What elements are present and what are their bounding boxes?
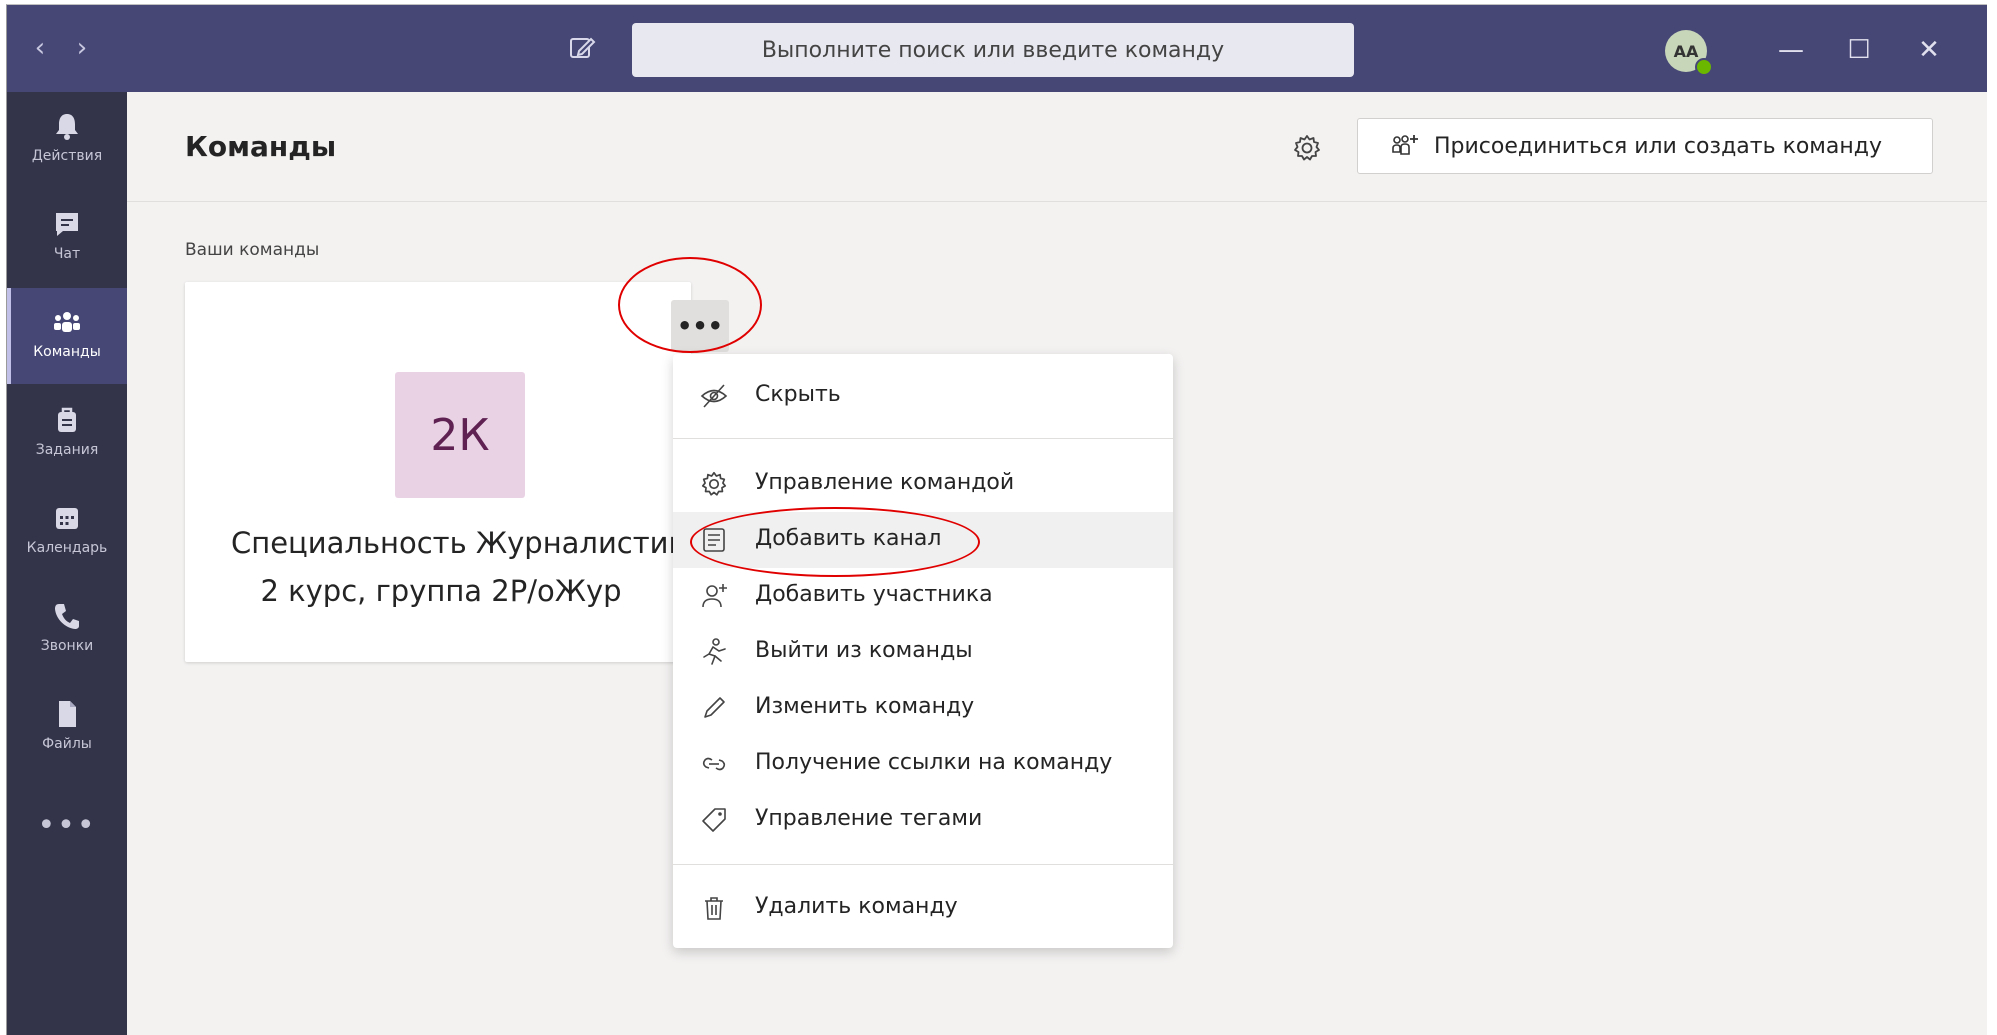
main-content: Команды Присоединиться или создать коман… (127, 92, 1987, 1035)
team-avatar-tile: 2К (395, 372, 525, 498)
chat-icon (51, 208, 83, 240)
teams-window: ‹ › Выполните поиск или введите команду … (6, 4, 1987, 1035)
team-card[interactable]: 2К Специальность Журналистика 2 курс, гр… (185, 282, 691, 662)
compose-icon[interactable] (565, 31, 599, 65)
add-channel-icon (699, 525, 729, 555)
team-context-menu: Скрыть Управление командой Добавить кана… (673, 354, 1173, 948)
menu-item-get-link[interactable]: Получение ссылки на команду (673, 736, 1173, 792)
files-icon (51, 698, 83, 730)
menu-item-manage-tags[interactable]: Управление тегами (673, 792, 1173, 848)
leave-icon (699, 637, 729, 667)
menu-item-label: Изменить команду (755, 694, 975, 719)
phone-icon (51, 600, 83, 632)
add-team-icon (1390, 132, 1434, 160)
menu-item-add-channel[interactable]: Добавить канал (673, 512, 1173, 568)
menu-item-label: Скрыть (755, 382, 841, 407)
bell-icon (51, 110, 83, 142)
rail-item-label: Звонки (40, 638, 94, 654)
menu-item-label: Добавить канал (755, 526, 942, 551)
menu-item-manage-team[interactable]: Управление командой (673, 456, 1173, 512)
rail-item-assignments[interactable]: Задания (7, 386, 127, 482)
menu-item-label: Добавить участника (755, 582, 993, 607)
menu-item-delete-team[interactable]: Удалить команду (673, 880, 1173, 936)
menu-item-label: Управление командой (755, 470, 1015, 495)
add-member-icon (699, 581, 729, 611)
gear-icon (699, 469, 729, 499)
team-subtitle: 2 курс, группа 2Р/оЖур (260, 574, 622, 608)
trash-icon (699, 893, 729, 923)
menu-item-label: Управление тегами (755, 806, 983, 831)
join-or-create-team-button[interactable]: Присоединиться или создать команду (1357, 118, 1933, 174)
forward-arrow-icon[interactable]: › (67, 33, 97, 63)
rail-item-activity[interactable]: Действия (7, 92, 127, 188)
presence-available-icon (1695, 58, 1713, 76)
rail-item-label: Чат (53, 246, 81, 262)
more-apps-icon[interactable]: ••• (7, 808, 127, 843)
team-more-options-button[interactable]: ••• (671, 300, 729, 352)
page-title: Команды (185, 130, 337, 163)
back-arrow-icon[interactable]: ‹ (25, 33, 55, 63)
menu-item-label: Выйти из команды (755, 638, 973, 663)
edit-icon (699, 693, 729, 723)
join-or-create-team-label: Присоединиться или создать команду (1434, 133, 1883, 159)
menu-item-edit-team[interactable]: Изменить команду (673, 680, 1173, 736)
rail-item-chat[interactable]: Чат (7, 190, 127, 286)
menu-item-label: Удалить команду (755, 894, 958, 919)
teams-icon (51, 306, 83, 338)
rail-item-label: Файлы (42, 736, 92, 752)
menu-separator (673, 438, 1173, 439)
gear-icon[interactable] (1291, 132, 1323, 164)
link-icon (699, 749, 729, 779)
rail-item-calendar[interactable]: Календарь (7, 484, 127, 580)
rail-item-label: Команды (33, 344, 101, 360)
rail-item-teams[interactable]: Команды (7, 288, 127, 384)
rail-item-label: Действия (31, 148, 103, 164)
minimize-button[interactable]: — (1771, 30, 1811, 70)
menu-item-leave-team[interactable]: Выйти из команды (673, 624, 1173, 680)
menu-separator (673, 864, 1173, 865)
title-bar: ‹ › Выполните поиск или введите команду … (7, 5, 1987, 92)
search-input[interactable]: Выполните поиск или введите команду (632, 23, 1354, 77)
calendar-icon (51, 502, 83, 534)
maximize-button[interactable]: ☐ (1839, 30, 1879, 70)
rail-item-files[interactable]: Файлы (7, 680, 127, 776)
menu-item-add-member[interactable]: Добавить участника (673, 568, 1173, 624)
page-header: Команды Присоединиться или создать коман… (127, 92, 1987, 202)
assignments-icon (51, 404, 83, 436)
tag-icon (699, 805, 729, 835)
menu-item-hide[interactable]: Скрыть (673, 368, 1173, 424)
rail-item-calls[interactable]: Звонки (7, 582, 127, 678)
rail-item-label: Календарь (26, 540, 108, 556)
your-teams-label: Ваши команды (185, 240, 320, 260)
rail-item-label: Задания (35, 442, 99, 458)
team-name: Специальность Журналистика (231, 526, 691, 560)
menu-item-label: Получение ссылки на команду (755, 750, 1113, 775)
close-button[interactable]: ✕ (1909, 30, 1949, 70)
hide-icon (699, 381, 729, 411)
app-rail: Действия Чат Команды Задания Календарь З… (7, 92, 127, 1035)
